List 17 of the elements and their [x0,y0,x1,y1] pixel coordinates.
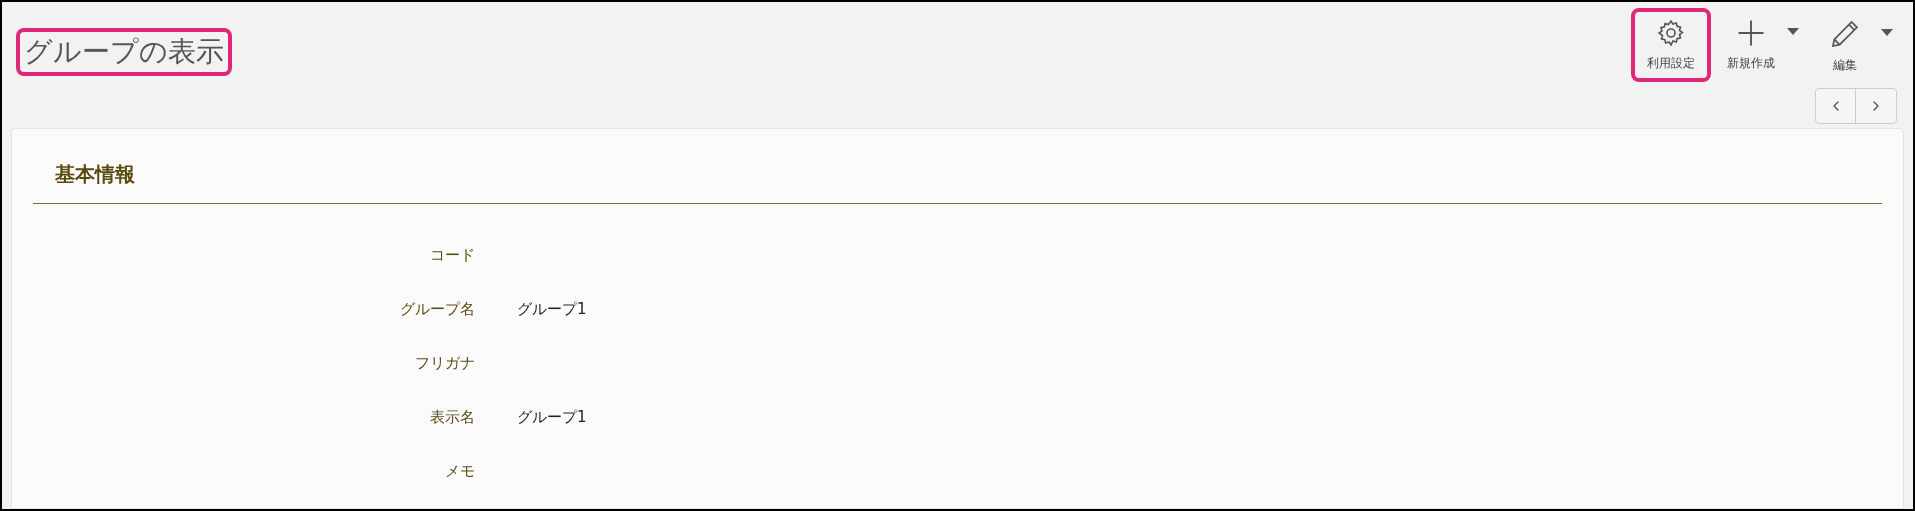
toolbar-button[interactable]: 新規作成 [1711,8,1791,82]
toolbar-button[interactable]: 利用設定 [1631,8,1711,82]
section-title: 基本情報 [55,161,136,188]
toolbar-button[interactable]: 編集 [1805,8,1885,84]
caret-icon[interactable] [1787,27,1799,35]
field-value: グループ1 [517,298,587,320]
field-label: 表示名 [429,406,475,428]
field-value: グループ1 [517,406,587,428]
page-title: グループの表示 [16,28,232,76]
field-label: コード [429,244,475,266]
field-label: フリガナ [414,352,475,374]
plus-icon [1736,18,1766,48]
caret-icon[interactable] [1881,28,1893,36]
gear-icon [1656,18,1686,48]
pencil-icon [1829,18,1861,50]
field-label: メモ [444,460,475,482]
field-label: グループ名 [399,298,475,320]
